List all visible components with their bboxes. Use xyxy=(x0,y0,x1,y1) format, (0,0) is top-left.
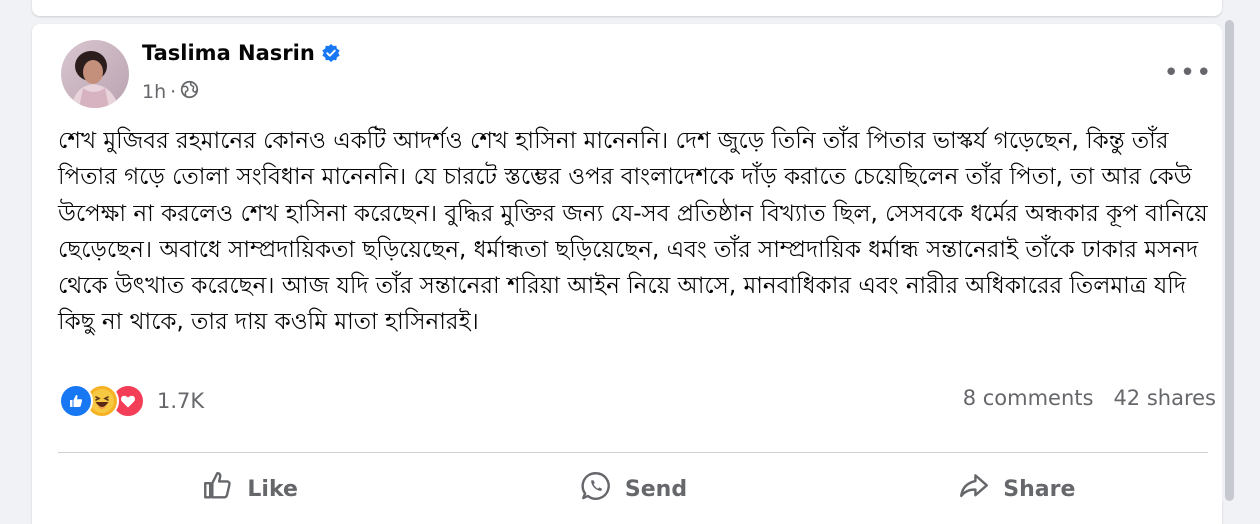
author-name[interactable]: Taslima Nasrin xyxy=(142,41,315,65)
post-text: শেখ মুজিবর রহমানের কোনও একটি আদর্শও শেখ … xyxy=(58,123,1208,341)
verified-badge-icon xyxy=(321,43,341,63)
author-avatar[interactable] xyxy=(61,40,129,108)
post-stats: 8 comments 42 shares xyxy=(963,386,1216,410)
share-arrow-icon xyxy=(957,469,991,509)
send-button[interactable]: Send xyxy=(441,454,824,524)
author-name-row: Taslima Nasrin xyxy=(142,41,341,65)
more-options-icon[interactable]: ••• xyxy=(1164,58,1212,88)
like-reaction-icon xyxy=(59,384,93,418)
share-label: Share xyxy=(1003,476,1076,502)
previous-post-card xyxy=(32,0,1222,16)
send-label: Send xyxy=(624,476,688,502)
share-button[interactable]: Share xyxy=(825,454,1208,524)
meta-separator: · xyxy=(170,81,177,103)
post-time[interactable]: 1h xyxy=(142,81,166,103)
like-label: Like xyxy=(247,476,298,502)
scrollbar-thumb[interactable] xyxy=(1225,20,1234,501)
post-paragraph: শেখ মুজিবর রহমানের কোনও একটি আদর্শও শেখ … xyxy=(58,128,1208,336)
avatar-image xyxy=(61,40,129,108)
like-button[interactable]: Like xyxy=(58,454,441,524)
reactions-summary[interactable]: 1.7K xyxy=(59,384,204,418)
post-meta: 1h · xyxy=(142,80,199,104)
post-card: Taslima Nasrin 1h · ••• শেখ মুজিবর রহমান… xyxy=(32,24,1222,524)
scrollbar[interactable] xyxy=(1222,20,1236,501)
post-actions-bar: Like Send Share xyxy=(58,454,1208,524)
actions-divider xyxy=(58,452,1208,453)
reactions-count[interactable]: 1.7K xyxy=(157,389,204,413)
thumbs-up-icon xyxy=(201,469,235,509)
whatsapp-icon xyxy=(579,469,613,509)
public-globe-icon[interactable] xyxy=(180,80,199,104)
comments-count[interactable]: 8 comments xyxy=(963,386,1094,410)
shares-count[interactable]: 42 shares xyxy=(1113,386,1216,410)
